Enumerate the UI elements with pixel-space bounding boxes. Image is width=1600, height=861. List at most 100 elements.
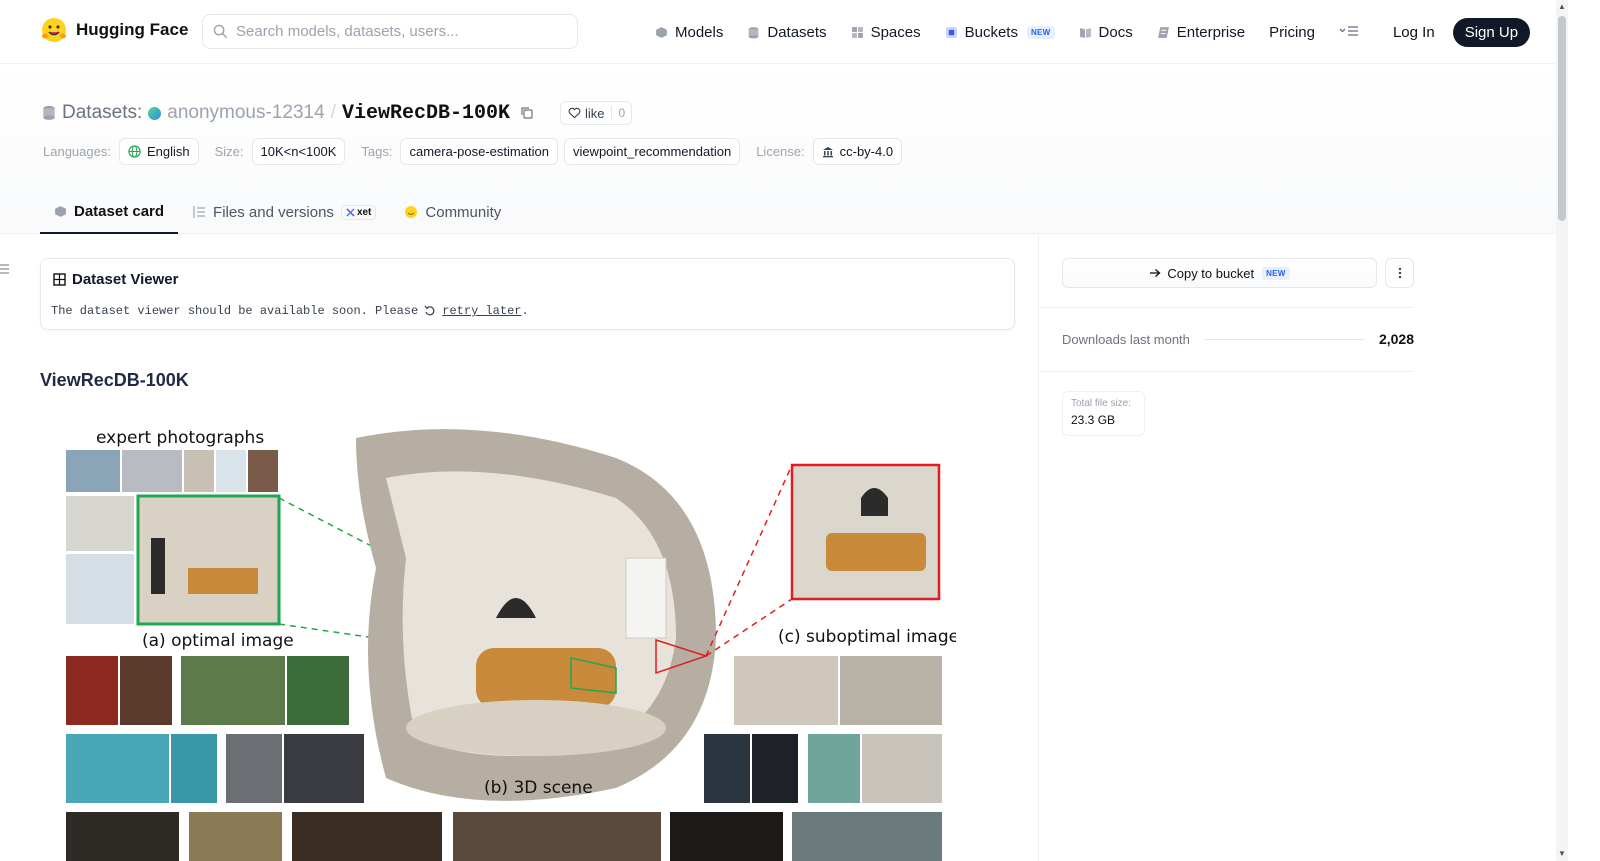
brand[interactable]: Hugging Face [40, 16, 188, 44]
column-divider [1038, 234, 1039, 861]
new-badge: NEW [1262, 266, 1290, 280]
datasets-icon [43, 105, 55, 120]
viewer-message-text: The dataset viewer should be available s… [51, 304, 419, 318]
nav-buckets-label: Buckets [964, 23, 1018, 41]
more-menu-icon[interactable] [1339, 25, 1359, 40]
metadata-row: Languages: English Size: 10K<n<100K Tags… [43, 138, 908, 165]
nav-docs-label: Docs [1098, 23, 1133, 41]
retry-link[interactable]: retry later [442, 304, 521, 318]
language-tag[interactable]: English [118, 138, 199, 165]
page-scrollbar[interactable]: ▲ ▼ [1556, 0, 1568, 861]
suboptimal-image-frame [790, 463, 941, 601]
nav-datasets-label: Datasets [767, 23, 827, 41]
copy-to-bucket-label: Copy to bucket [1167, 265, 1255, 281]
file-size-card: Total file size: 23.3 GB [1062, 391, 1145, 436]
tab-files-label: Files and versions [213, 203, 334, 221]
xet-label: xet [356, 206, 372, 218]
nav-models-label: Models [675, 23, 724, 41]
search-box[interactable] [202, 14, 578, 49]
language-value: English [146, 144, 190, 159]
tags-label: Tags: [361, 144, 393, 159]
tab-community-label: Community [425, 203, 502, 221]
card-heading: ViewRecDB-100K [40, 370, 189, 390]
heart-icon [568, 107, 581, 119]
viewer-title-text: Dataset Viewer [72, 271, 179, 288]
sidebar-divider [1040, 307, 1414, 308]
nav-spaces[interactable]: Spaces [851, 24, 921, 41]
buckets-icon [945, 26, 957, 38]
downloads-label: Downloads last month [1062, 331, 1190, 347]
nav-pricing[interactable]: Pricing [1269, 24, 1315, 41]
search-input[interactable] [236, 23, 566, 40]
teaser-figure: expert photographs (a) optimal image (b)… [56, 418, 956, 861]
tab-community[interactable]: Community [390, 190, 515, 234]
tag-camera-pose-estimation[interactable]: camera-pose-estimation [400, 138, 558, 165]
retry-icon [424, 305, 435, 316]
license-tag[interactable]: cc-by-4.0 [812, 138, 903, 165]
path-separator: / [330, 102, 336, 123]
license-label: License: [756, 144, 805, 159]
xet-icon [346, 207, 355, 217]
scroll-down-icon[interactable]: ▼ [1558, 849, 1566, 858]
like-label: like [584, 105, 605, 121]
label-3d-scene: (b) 3D scene [484, 778, 593, 798]
repo-tabs: Dataset card Files and versions xet Comm… [40, 190, 515, 234]
section-label[interactable]: Datasets: [62, 102, 142, 124]
label-optimal-image: (a) optimal image [142, 631, 294, 651]
tab-files-and-versions[interactable]: Files and versions xet [178, 190, 390, 234]
nav-buckets[interactable]: Buckets NEW [945, 24, 1055, 41]
nav-enterprise[interactable]: Enterprise [1157, 24, 1245, 41]
dataset-viewer: Dataset Viewer The dataset viewer should… [40, 258, 1015, 330]
license-value: cc-by-4.0 [839, 144, 894, 159]
like-button[interactable]: like 0 [559, 101, 633, 125]
hugging-face-logo-icon [42, 18, 66, 42]
owner-link[interactable]: anonymous-12314 [167, 102, 324, 124]
nav-models[interactable]: Models [655, 24, 723, 41]
sidebar-toggle-icon[interactable] [0, 263, 9, 278]
repo-name[interactable]: ViewRecDB-100K [342, 102, 510, 125]
kebab-icon [1398, 267, 1401, 279]
like-count: 0 [611, 106, 631, 120]
scroll-up-icon[interactable]: ▲ [1558, 2, 1566, 11]
signup-button[interactable]: Sign Up [1452, 17, 1531, 47]
nav-spaces-label: Spaces [870, 23, 921, 41]
license-icon [822, 146, 833, 157]
docs-icon [1079, 27, 1091, 38]
search-icon [213, 24, 228, 39]
new-badge: NEW [1026, 25, 1055, 39]
label-suboptimal-image: (c) suboptimal image [778, 627, 956, 647]
spaces-icon [851, 26, 863, 38]
copy-to-bucket-button[interactable]: Copy to bucket NEW [1062, 258, 1377, 288]
nav-docs[interactable]: Docs [1079, 24, 1133, 41]
table-icon [53, 273, 66, 286]
repo-title: Datasets: anonymous-12314 / ViewRecDB-10… [42, 101, 633, 125]
copy-icon[interactable] [520, 106, 534, 120]
downloads-stat: Downloads last month 2,028 [1062, 331, 1414, 347]
size-tag[interactable]: 10K<n<100K [251, 138, 346, 165]
models-icon [656, 26, 667, 38]
repo-header: Datasets: anonymous-12314 / ViewRecDB-10… [0, 64, 1556, 234]
teaser-illustration: expert photographs (a) optimal image (b)… [66, 428, 956, 861]
label-expert-photographs: expert photographs [96, 428, 264, 448]
languages-label: Languages: [43, 144, 111, 159]
nav-enterprise-label: Enterprise [1176, 23, 1246, 41]
viewer-message: The dataset viewer should be available s… [51, 304, 529, 318]
tab-dataset-card-label: Dataset card [74, 202, 165, 220]
nav-links: Models Datasets Spaces Buckets NEW Docs … [655, 17, 1531, 47]
scrollbar-thumb[interactable] [1558, 16, 1566, 221]
size-label: Size: [214, 144, 244, 159]
file-size-label: Total file size: [1071, 398, 1132, 409]
arrow-right-icon [1150, 269, 1161, 277]
login-link[interactable]: Log In [1393, 24, 1435, 41]
dataset-card-icon [55, 205, 66, 217]
downloads-value: 2,028 [1378, 331, 1414, 347]
more-options-button[interactable] [1385, 258, 1414, 288]
tag-viewpoint-recommendation[interactable]: viewpoint_recommendation [563, 138, 741, 165]
files-icon [193, 206, 206, 218]
tab-dataset-card[interactable]: Dataset card [40, 190, 179, 234]
xet-badge: xet [340, 204, 377, 220]
nav-pricing-label: Pricing [1269, 23, 1315, 41]
dataset-viewer-title: Dataset Viewer [53, 271, 178, 288]
nav-datasets[interactable]: Datasets [747, 23, 827, 41]
sidebar-divider [1040, 371, 1414, 372]
